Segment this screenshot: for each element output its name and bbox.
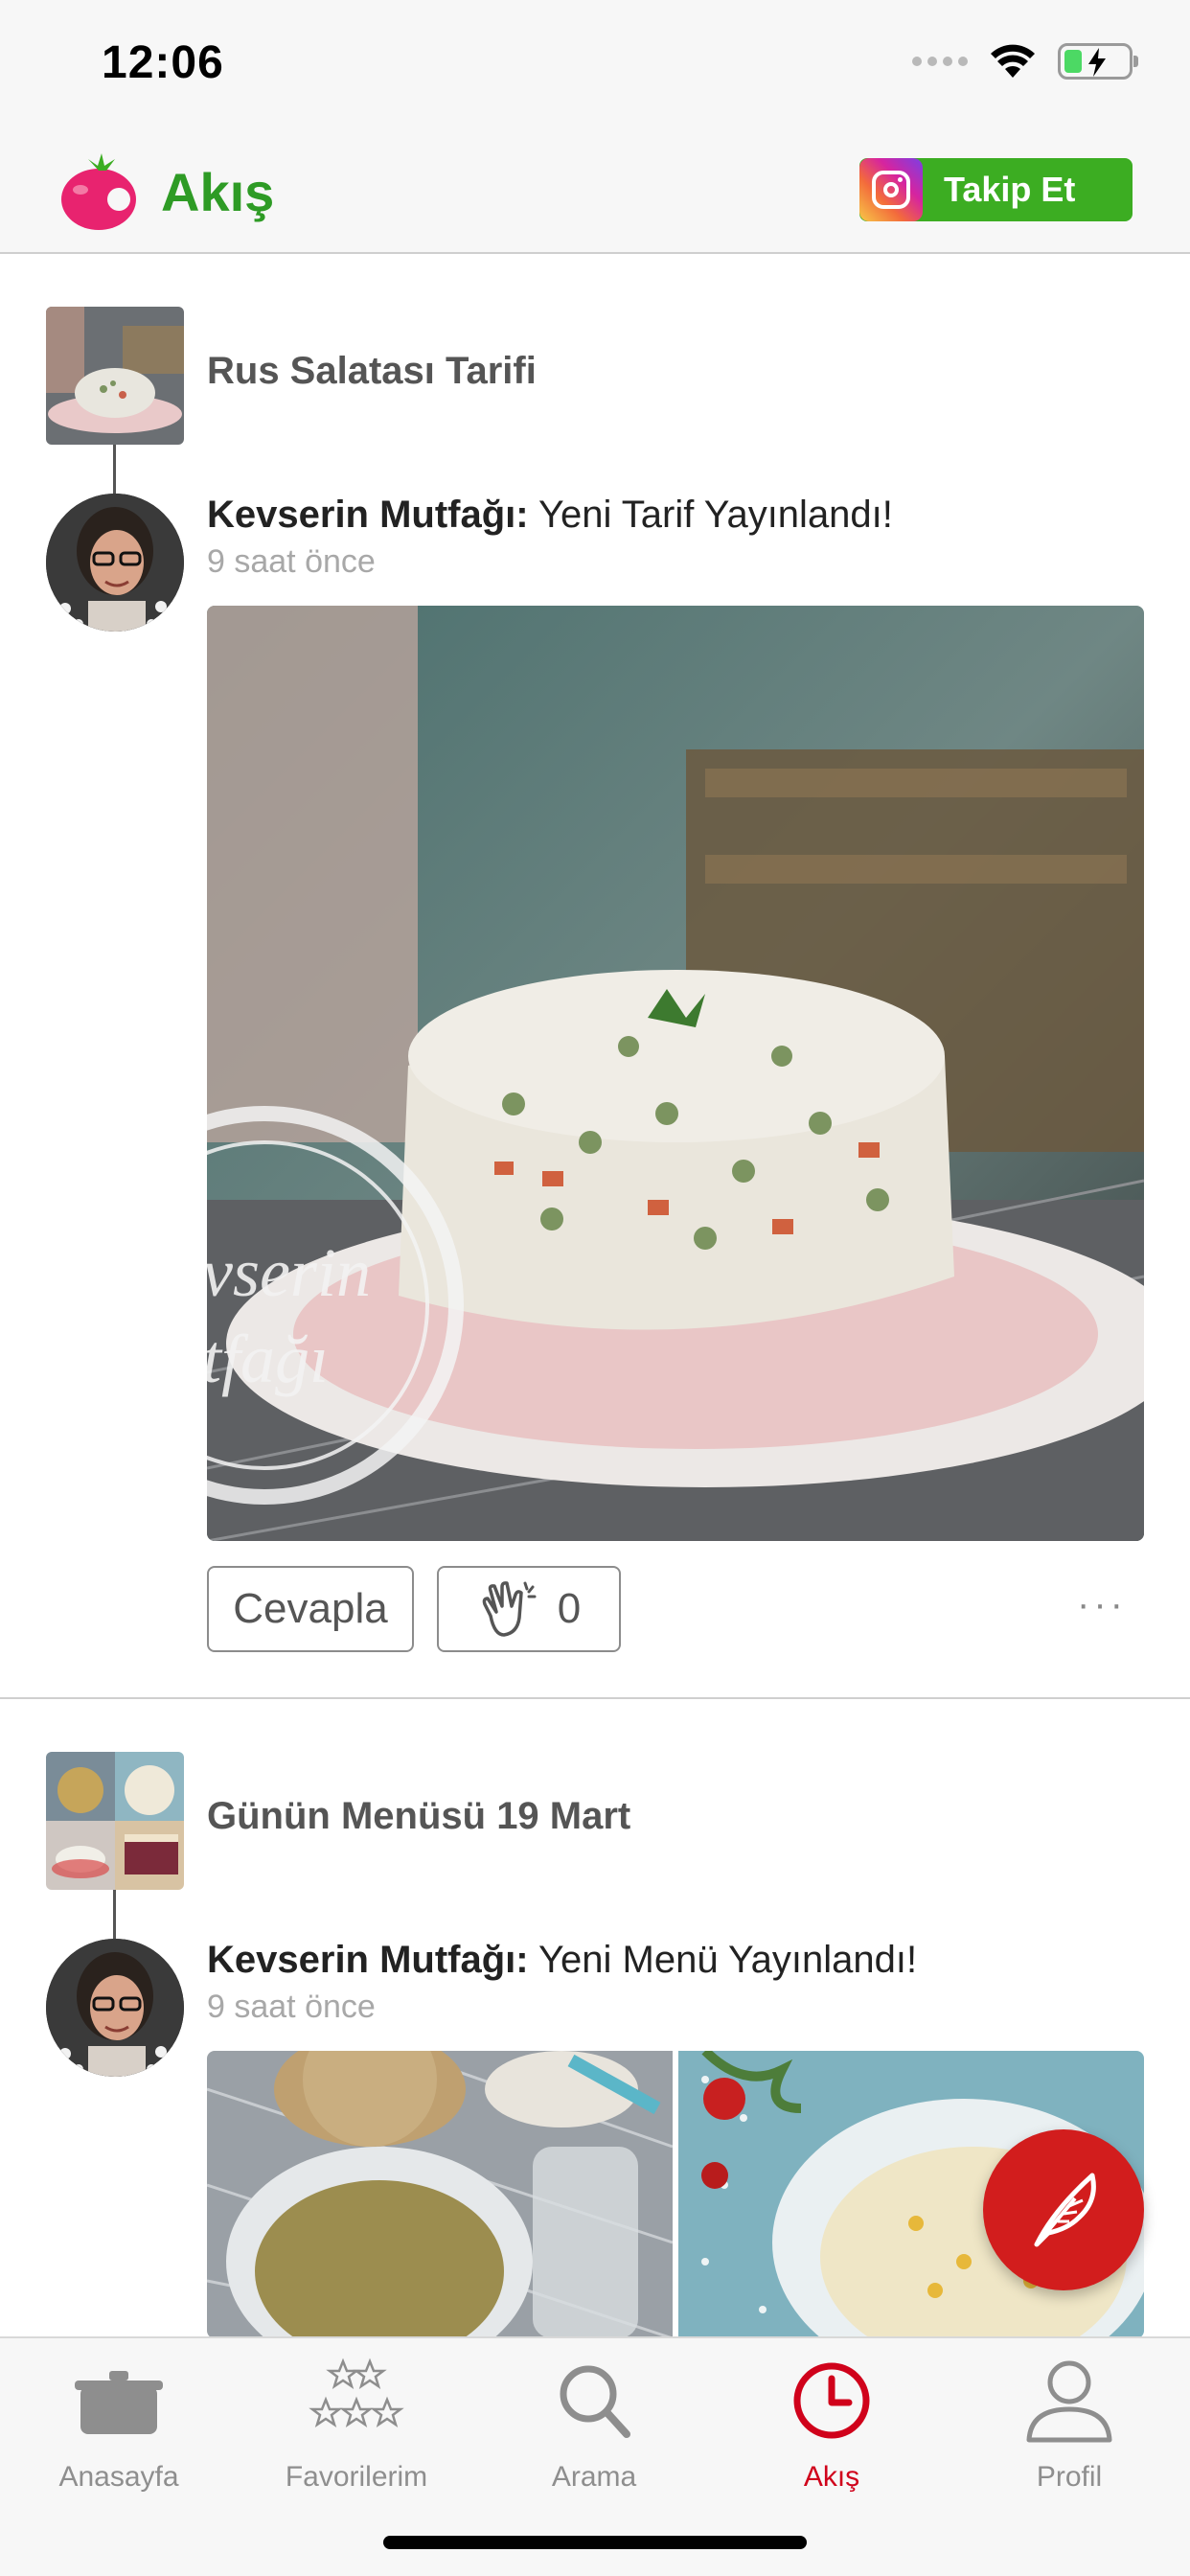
status-time: 12:06 <box>102 37 224 88</box>
tab-profil[interactable]: Profil <box>950 2348 1188 2520</box>
recipe-title[interactable]: Günün Menüsü 19 Mart <box>207 1795 630 1838</box>
tab-anasayfa[interactable]: Anasayfa <box>0 2348 238 2520</box>
clap-button[interactable]: 0 <box>437 1566 621 1652</box>
tab-label: Anasayfa <box>58 2461 179 2493</box>
feed-divider <box>0 1697 1190 1699</box>
post-timestamp: 9 saat önce <box>207 1989 376 2025</box>
wifi-icon <box>991 44 1035 78</box>
profile-icon <box>1026 2360 1112 2443</box>
post-image[interactable]: vserin tfağı <box>207 606 1144 1541</box>
post-timestamp: 9 saat önce <box>207 543 376 580</box>
watermark-line-2: tfağı <box>207 1321 329 1397</box>
tab-arama[interactable]: Arama <box>475 2348 713 2520</box>
status-icons <box>912 42 1138 80</box>
instagram-icon <box>859 158 923 221</box>
cellular-signal-icon <box>912 57 968 66</box>
author-avatar[interactable] <box>46 1939 184 2077</box>
more-options-button[interactable]: ··· <box>1077 1583 1127 1626</box>
clock-icon <box>793 2362 870 2439</box>
instagram-follow-button[interactable]: Takip Et <box>859 158 1133 221</box>
tab-favorilerim[interactable]: Favorilerim <box>238 2348 475 2520</box>
author-name[interactable]: Kevserin Mutfağı: <box>207 494 529 536</box>
pot-icon <box>75 2371 163 2434</box>
author-avatar[interactable] <box>46 494 184 632</box>
clap-hands-icon <box>482 1581 537 1637</box>
recipe-title[interactable]: Rus Salatası Tarifi <box>207 350 537 393</box>
status-bar: 12:06 <box>0 0 1190 134</box>
page-title: Akış <box>161 162 275 222</box>
tab-akis[interactable]: Akış <box>713 2348 950 2520</box>
search-icon <box>560 2365 630 2438</box>
reply-button[interactable]: Cevapla <box>207 1566 414 1652</box>
post-header: Kevserin Mutfağı: Yeni Menü Yayınlandı! <box>207 1939 917 1982</box>
post-action-text: Yeni Tarif Yayınlandı! <box>538 494 893 536</box>
recipe-thumbnail[interactable] <box>46 307 184 445</box>
timeline-connector <box>113 445 116 500</box>
feather-icon <box>1034 2173 1096 2247</box>
nav-bar: Akış Takip Et <box>0 134 1190 254</box>
tomato-logo-icon <box>61 153 136 230</box>
post-header: Kevserin Mutfağı: Yeni Tarif Yayınlandı! <box>207 494 893 537</box>
tab-label: Arama <box>551 2461 637 2493</box>
timeline-connector <box>113 1890 116 1945</box>
home-indicator[interactable] <box>383 2536 807 2549</box>
tab-label: Akış <box>803 2461 860 2493</box>
compose-button[interactable] <box>983 2129 1144 2290</box>
clap-count: 0 <box>557 1585 582 1632</box>
recipe-thumbnail[interactable] <box>46 1752 184 1890</box>
tab-label: Favorilerim <box>285 2461 428 2493</box>
author-name[interactable]: Kevserin Mutfağı: <box>207 1939 529 1981</box>
stars-icon <box>309 2358 404 2427</box>
post-action-text: Yeni Menü Yayınlandı! <box>538 1939 918 1981</box>
follow-label: Takip Et <box>944 170 1076 209</box>
battery-icon <box>1058 43 1138 80</box>
tab-label: Profil <box>1036 2461 1103 2493</box>
watermark-line-1: vserin <box>207 1234 371 1311</box>
